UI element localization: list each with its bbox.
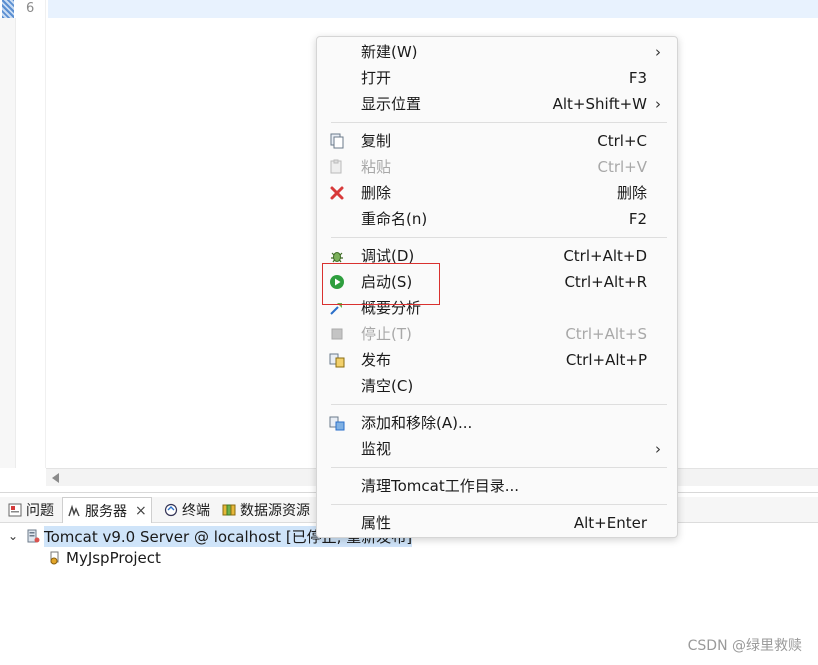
menu-item-stop[interactable]: 停止(T) Ctrl+Alt+S (317, 321, 677, 347)
menu-shortcut: Alt+Shift+W (552, 95, 647, 113)
menu-separator (331, 122, 667, 123)
tab-datasource[interactable]: 数据源资源 (218, 497, 314, 523)
menu-item-show-in[interactable]: 显示位置 Alt+Shift+W › (317, 91, 677, 117)
menu-item-open[interactable]: 打开 F3 (317, 65, 677, 91)
tab-label: 服务器 (85, 503, 127, 520)
project-label: MyJspProject (66, 549, 161, 567)
menu-separator (331, 404, 667, 405)
menu-shortcut: F3 (628, 69, 647, 87)
chevron-right-icon: › (655, 43, 661, 61)
scroll-left-icon[interactable] (52, 473, 59, 483)
datasource-icon (222, 503, 236, 517)
overview-ruler (0, 18, 16, 468)
chevron-down-icon[interactable]: ⌄ (8, 530, 18, 542)
chevron-right-icon: › (655, 95, 661, 113)
menu-shortcut: F2 (628, 210, 647, 228)
menu-label: 粘贴 (361, 158, 392, 176)
annotation-highlight-box (322, 263, 440, 305)
tree-row-project[interactable]: MyJspProject (48, 547, 161, 569)
current-line-highlight (48, 0, 818, 18)
menu-shortcut: Ctrl+V (597, 158, 647, 176)
add-remove-icon (329, 415, 345, 431)
publish-icon (329, 352, 345, 368)
menu-shortcut: Ctrl+Alt+D (563, 247, 647, 265)
tab-label: 问题 (26, 503, 54, 519)
menu-item-paste[interactable]: 粘贴 Ctrl+V (317, 154, 677, 180)
menu-label: 复制 (361, 132, 392, 150)
menu-label: 重命名(n) (361, 210, 428, 228)
debug-icon (329, 248, 345, 264)
problems-icon (8, 503, 22, 517)
menu-shortcut: Alt+Enter (573, 514, 647, 532)
menu-item-add-remove[interactable]: 添加和移除(A)... (317, 410, 677, 436)
menu-shortcut: 删除 (616, 184, 647, 202)
tab-label: 数据源资源 (240, 503, 310, 519)
menu-shortcut: Ctrl+Alt+P (565, 351, 647, 369)
stop-icon (329, 326, 345, 342)
tab-label: 终端 (182, 503, 210, 519)
menu-item-publish[interactable]: 发布 Ctrl+Alt+P (317, 347, 677, 373)
menu-label: 清空(C) (361, 377, 414, 395)
menu-separator (331, 237, 667, 238)
change-marker (2, 0, 14, 18)
menu-shortcut: Ctrl+Alt+R (564, 273, 647, 291)
terminal-icon (164, 503, 178, 517)
menu-label: 删除 (361, 184, 392, 202)
menu-label: 监视 (361, 440, 392, 458)
chevron-right-icon: › (655, 440, 661, 458)
menu-label: 清理Tomcat工作目录... (361, 477, 520, 495)
menu-separator (331, 504, 667, 505)
menu-item-monitor[interactable]: 监视 › (317, 436, 677, 462)
menu-label: 新建(W) (361, 43, 418, 61)
menu-label: 添加和移除(A)... (361, 414, 473, 432)
context-menu: 新建(W) › 打开 F3 显示位置 Alt+Shift+W › 复制 Ctrl… (316, 36, 678, 538)
menu-item-new[interactable]: 新建(W) › (317, 39, 677, 65)
menu-label: 停止(T) (361, 325, 412, 343)
line-number: 6 (26, 1, 35, 16)
paste-icon (329, 159, 345, 175)
tab-terminal[interactable]: 终端 (160, 497, 214, 523)
menu-label: 属性 (361, 514, 392, 532)
menu-item-clean-tomcat-workdir[interactable]: 清理Tomcat工作目录... (317, 473, 677, 499)
copy-icon (329, 133, 345, 149)
delete-icon (329, 185, 345, 201)
tab-servers[interactable]: 服务器 × (62, 497, 152, 523)
menu-item-clean[interactable]: 清空(C) (317, 373, 677, 399)
menu-separator (331, 467, 667, 468)
watermark: CSDN @绿里救赎 (687, 638, 802, 654)
menu-shortcut: Ctrl+Alt+S (565, 325, 647, 343)
menu-shortcut: Ctrl+C (597, 132, 647, 150)
menu-label: 发布 (361, 351, 392, 369)
tab-problems[interactable]: 问题 (4, 497, 58, 523)
servers-icon (67, 504, 81, 518)
menu-label: 显示位置 (361, 95, 422, 113)
menu-item-copy[interactable]: 复制 Ctrl+C (317, 128, 677, 154)
menu-item-rename[interactable]: 重命名(n) F2 (317, 206, 677, 232)
menu-item-properties[interactable]: 属性 Alt+Enter (317, 510, 677, 536)
server-icon (26, 529, 40, 543)
menu-item-delete[interactable]: 删除 删除 (317, 180, 677, 206)
project-icon (48, 551, 62, 565)
close-icon[interactable]: × (135, 503, 147, 519)
menu-label: 打开 (361, 69, 392, 87)
